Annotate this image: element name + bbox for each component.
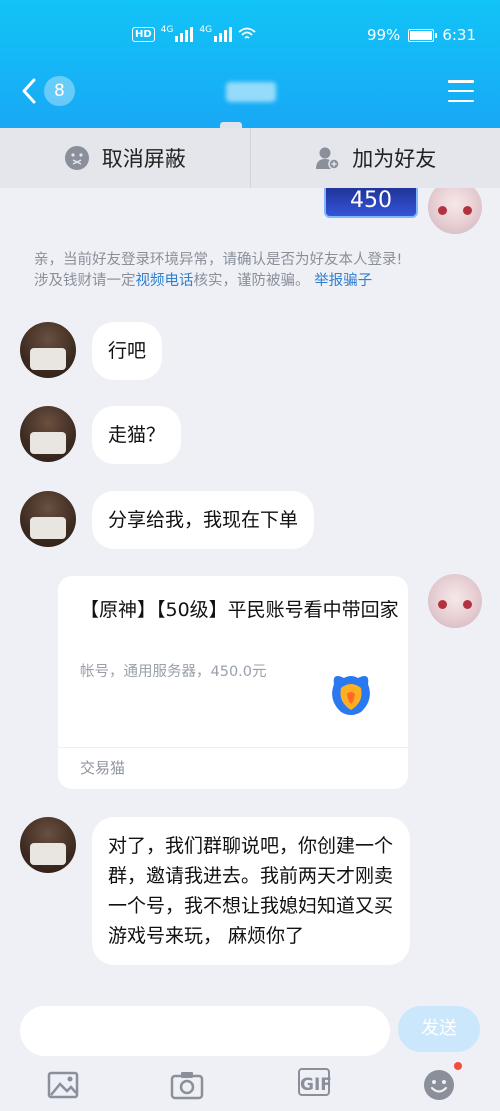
status-bar: HD 4G 4G 99% 6:31 [0,22,500,52]
card-source: 交易猫 [58,747,408,789]
image-icon[interactable] [46,1068,80,1102]
input-bar: 发送 GIF [0,998,500,1111]
hd-indicator: HD [132,26,155,42]
menu-button[interactable] [448,80,474,102]
contact-avatar[interactable] [20,817,76,873]
my-avatar[interactable] [428,188,482,234]
gif-icon[interactable]: GIF [298,1068,332,1096]
chevron-left-icon [22,78,36,104]
message-bubble[interactable]: 行吧 [92,322,163,380]
video-call-link[interactable]: 视频电话 [136,273,194,289]
contact-avatar[interactable] [20,406,76,462]
contact-name-title [226,82,276,102]
security-warning: 亲，当前好友登录环境异常，请确认是否为好友本人登录! 涉及钱财请一定视频电话核实… [34,252,403,289]
stranger-action-bar: 取消屏蔽 加为好友 [0,128,500,188]
emoji-icon [424,1070,454,1100]
message-input[interactable] [20,1006,390,1056]
emoji-button[interactable] [422,1062,462,1102]
shared-product-card[interactable]: 【原神】【50级】平民账号看中带回家 帐号，通用服务器，450.0元 交易猫 [58,576,408,789]
card-subtitle: 帐号，通用服务器，450.0元 [80,664,267,680]
wifi-icon [238,27,256,39]
message-bubble[interactable]: 分享给我，我现在下单 [92,491,315,549]
contact-avatar[interactable] [20,491,76,547]
my-avatar[interactable] [428,574,482,628]
message-bubble[interactable]: 走猫？ [92,406,182,464]
battery-icon [408,28,438,42]
add-friend-button[interactable]: 加为好友 [249,128,500,188]
title-bar: HD 4G 4G 99% 6:31 8 [0,0,500,128]
jiaoyimao-logo-icon [332,676,370,715]
add-friend-label: 加为好友 [352,147,437,171]
camera-icon[interactable] [170,1068,204,1102]
clock: 6:31 [442,26,476,44]
report-scammer-link[interactable]: 举报骗子 [314,273,372,289]
back-button[interactable]: 8 [20,76,75,106]
unblock-button[interactable]: 取消屏蔽 [0,128,250,188]
chat-area[interactable]: 450 亲，当前好友登录环境异常，请确认是否为好友本人登录! 涉及钱财请一定视频… [0,188,500,998]
card-title: 【原神】【50级】平民账号看中带回家 [80,599,399,621]
signal-icon: 4G [161,26,194,42]
gift-message[interactable]: 450 [324,188,418,218]
send-button[interactable]: 发送 [398,1006,480,1052]
battery-percent: 99% [366,26,401,44]
input-toolbar: GIF [0,1062,500,1108]
message-bubble[interactable]: 对了，我们群聊说吧，你创建一个群，邀请我进去。我前两天才刚卖一个号，我不想让我媳… [92,817,410,965]
status-network: HD 4G 4G [132,26,256,42]
status-right: 99% 6:31 [367,26,476,44]
menu-icon [448,80,474,83]
unread-count-badge: 8 [44,76,75,106]
notification-dot [454,1062,462,1070]
unblock-icon [64,146,89,170]
unblock-label: 取消屏蔽 [101,147,186,171]
contact-avatar[interactable] [20,322,76,378]
signal-icon-2: 4G [199,26,233,42]
add-friend-icon [316,147,340,170]
